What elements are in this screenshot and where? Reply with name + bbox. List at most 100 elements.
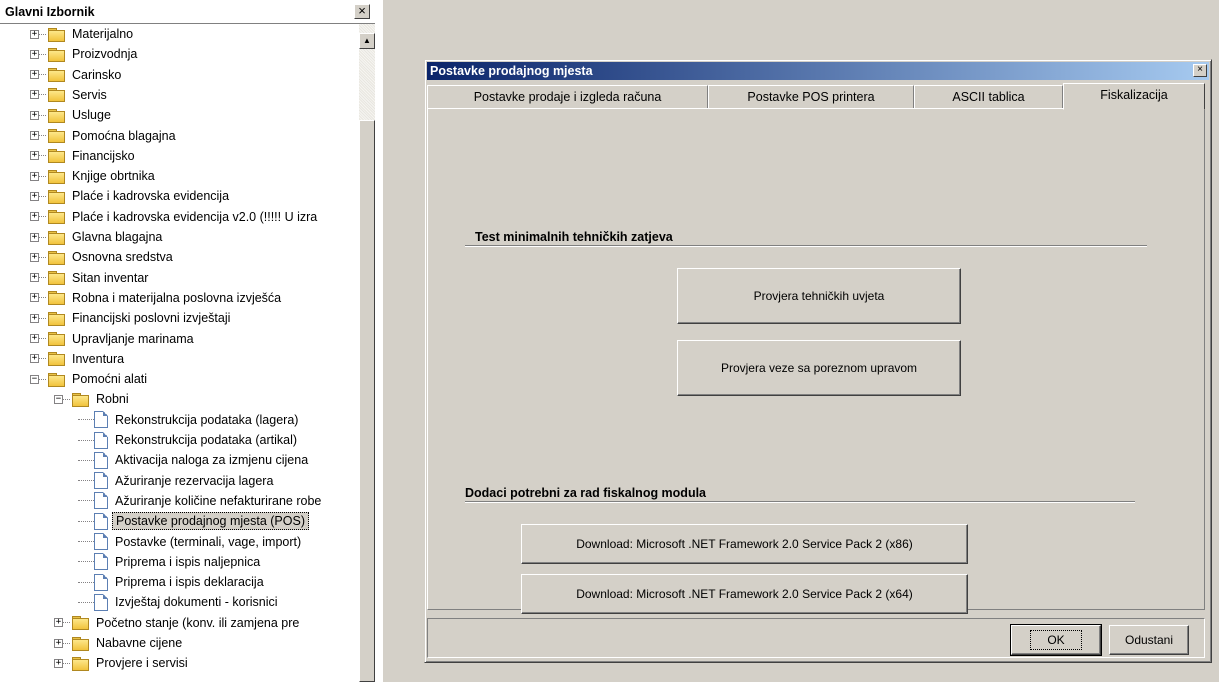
expand-icon[interactable]: + [30, 70, 39, 80]
tree-leaf-item[interactable]: Priprema i ispis deklaracija [78, 572, 267, 592]
dialog-tabs: Postavke prodaje i izgleda računa Postav… [427, 83, 1205, 110]
tab-pos-printer[interactable]: Postavke POS printera [708, 85, 914, 109]
expand-icon[interactable]: + [54, 658, 63, 668]
expand-icon[interactable]: + [30, 151, 39, 161]
download-net-x86-button[interactable]: Download: Microsoft .NET Framework 2.0 S… [521, 524, 968, 564]
button-label: Provjera tehničkih uvjeta [753, 289, 885, 303]
section-divider [465, 245, 1147, 247]
main-menu-title: Glavni Izbornik [5, 5, 95, 19]
tree-leaf-item[interactable]: Ažuriranje rezervacija lagera [78, 471, 276, 491]
collapse-icon[interactable]: − [54, 394, 63, 404]
tree-item-label: Robni [96, 392, 129, 407]
tree-connector [78, 520, 94, 522]
expand-icon[interactable]: + [54, 618, 63, 628]
tree-folder-item[interactable]: + Upravljanje marinama [30, 329, 197, 349]
tree-folder-item[interactable]: + Knjige obrtnika [30, 166, 158, 186]
tree-item-label: Postavke (terminali, vage, import) [115, 534, 302, 549]
expand-icon[interactable]: + [30, 191, 39, 201]
tree-connector [78, 439, 94, 441]
expand-icon[interactable]: + [30, 313, 39, 323]
expand-icon[interactable]: + [30, 131, 39, 140]
tree-leaf-item[interactable]: Postavke (terminali, vage, import) [78, 532, 304, 552]
expand-icon[interactable]: + [30, 171, 39, 181]
tree-connector [63, 662, 70, 664]
tab-sales-and-receipt[interactable]: Postavke prodaje i izgleda računa [427, 85, 708, 109]
tree-folder-item[interactable]: + Carinsko [30, 65, 124, 85]
tab-fiscalization[interactable]: Fiskalizacija [1063, 83, 1205, 110]
tree-folder-item[interactable]: + Robna i materijalna poslovna izvješća [30, 288, 284, 308]
tree-leaf-item[interactable]: Ažuriranje količine nefakturirane robe [78, 491, 324, 511]
expand-icon[interactable]: + [30, 49, 39, 59]
tree-leaf-item[interactable]: Rekonstrukcija podataka (lagera) [78, 410, 301, 430]
tree-folder-item[interactable]: − Robni [54, 389, 132, 409]
expand-icon[interactable]: + [30, 110, 39, 120]
main-menu-close-button[interactable]: × [354, 4, 370, 19]
expand-icon[interactable]: + [30, 334, 39, 343]
tree-item-label: Carinsko [72, 67, 122, 82]
tree-connector [39, 297, 46, 299]
expand-icon[interactable]: + [30, 293, 39, 303]
scroll-up-button[interactable]: ▲ [359, 33, 375, 49]
tree-folder-item[interactable]: + Usluge [30, 105, 114, 125]
download-net-x64-button[interactable]: Download: Microsoft .NET Framework 2.0 S… [521, 574, 968, 614]
expand-icon[interactable]: + [30, 212, 39, 222]
tree-connector [63, 622, 70, 624]
tree-folder-item[interactable]: + Plaće i kadrovska evidencija v2.0 (!!!!… [30, 207, 320, 227]
tree-folder-item[interactable]: − Pomoćni alati [30, 369, 150, 389]
expand-icon[interactable]: + [54, 638, 63, 648]
tree-folder-item[interactable]: + Početno stanje (konv. ili zamjena pre [54, 613, 302, 633]
tree-folder-item[interactable]: + Pomoćna blagajna [30, 126, 179, 146]
folder-icon [48, 189, 65, 204]
expand-icon[interactable]: + [30, 252, 39, 262]
tree-item-label: Priprema i ispis deklaracija [115, 575, 264, 590]
tree-item-label: Knjige obrtnika [72, 169, 155, 184]
folder-icon [72, 392, 89, 407]
tree-folder-item[interactable]: + Glavna blagajna [30, 227, 165, 247]
folder-icon [48, 271, 65, 286]
folder-icon [72, 656, 89, 671]
tree-folder-item[interactable]: + Materijalno [30, 24, 136, 44]
tree-item-label: Nabavne cijene [96, 636, 183, 650]
tree-leaf-item[interactable]: Priprema i ispis naljepnica [78, 552, 263, 572]
tree-leaf-item[interactable]: Izvještaj dokumenti - korisnici [78, 592, 281, 612]
tree-leaf-item[interactable]: Rekonstrukcija podataka (artikal) [78, 430, 300, 450]
scroll-thumb[interactable] [359, 120, 375, 682]
ok-button[interactable]: OK [1010, 624, 1102, 656]
tree-folder-item[interactable]: + Financijski poslovni izvještaji [30, 308, 233, 328]
main-menu-header: Glavni Izbornik × [0, 0, 375, 24]
main-menu-scrollbar[interactable]: ▲ [359, 24, 375, 682]
collapse-icon[interactable]: − [30, 374, 39, 384]
tree-folder-item[interactable]: + Proizvodnja [30, 44, 140, 64]
tree-folder-item[interactable]: + Inventura [30, 349, 127, 369]
tree-leaf-item[interactable]: Aktivacija naloga za izmjenu cijena [78, 450, 311, 470]
tab-ascii-table[interactable]: ASCII tablica [914, 85, 1063, 109]
cancel-button[interactable]: Odustani [1109, 625, 1189, 655]
tree-folder-item[interactable]: + Sitan inventar [30, 268, 151, 288]
tree-folder-item[interactable]: + Plaće i kadrovska evidencija [30, 186, 232, 206]
tree-connector [63, 398, 70, 400]
tree-folder-item[interactable]: + Financijsko [30, 146, 138, 166]
folder-icon [48, 230, 65, 245]
document-icon [94, 593, 108, 611]
tree-folder-item[interactable]: + Osnovna sredstva [30, 247, 176, 267]
tree-leaf-item[interactable]: Postavke prodajnog mjesta (POS) [78, 511, 309, 531]
tree-folder-item[interactable]: + Servis [30, 85, 110, 105]
expand-icon[interactable]: + [30, 232, 39, 242]
expand-icon[interactable]: + [30, 90, 39, 100]
tree-folder-item[interactable]: + Nabavne cijene [54, 633, 185, 653]
folder-icon [48, 129, 65, 143]
tree-item-label: Glavna blagajna [72, 230, 163, 244]
panel-splitter[interactable] [375, 0, 383, 682]
tree-connector [39, 114, 46, 116]
check-technical-conditions-button[interactable]: Provjera tehničkih uvjeta [677, 268, 961, 324]
tree-folder-item[interactable]: + Provjere i servisi [54, 653, 191, 673]
check-tax-connection-button[interactable]: Provjera veze sa poreznom upravom [677, 340, 961, 396]
dialog-title: Postavke prodajnog mjesta [430, 64, 593, 78]
dialog-close-button[interactable]: × [1193, 64, 1207, 77]
tree-connector [78, 561, 94, 563]
dialog-title-bar[interactable]: Postavke prodajnog mjesta × [427, 62, 1209, 80]
expand-icon[interactable]: + [30, 273, 39, 283]
tab-label: Fiskalizacija [1100, 88, 1168, 102]
expand-icon[interactable]: + [30, 29, 39, 39]
expand-icon[interactable]: + [30, 354, 39, 364]
